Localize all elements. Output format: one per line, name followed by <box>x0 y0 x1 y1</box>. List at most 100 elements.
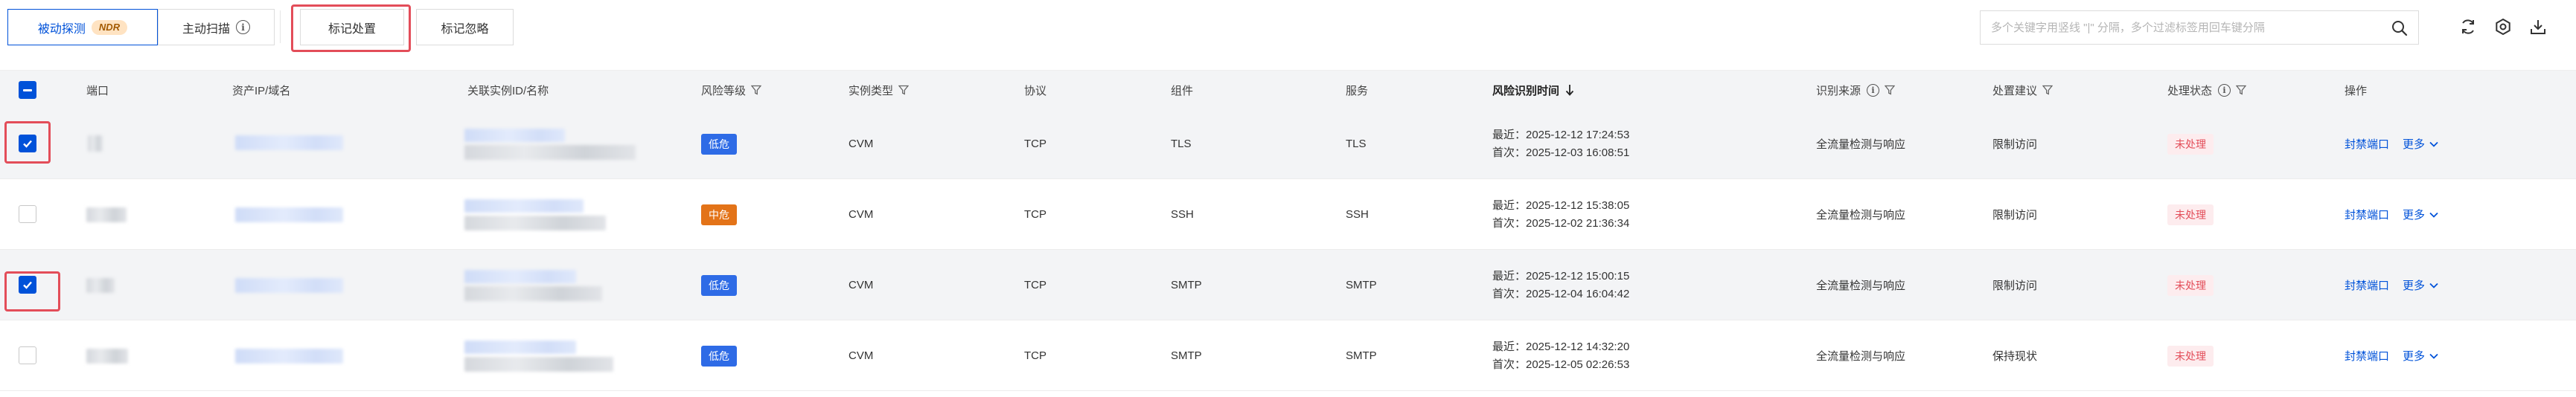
filter-icon[interactable] <box>751 85 762 95</box>
row-actions: 封禁端口 更多 <box>2345 320 2438 391</box>
info-icon[interactable]: i <box>1867 83 1880 97</box>
first-time: 首次：2025-12-03 16:08:51 <box>1492 146 1630 159</box>
source: 全流量检测与响应 <box>1816 138 1906 151</box>
select-all-checkbox[interactable] <box>19 81 36 99</box>
risk-time: 最近：2025-12-12 15:38:05 首次：2025-12-02 21:… <box>1492 179 1629 250</box>
col-advice: 处置建议 <box>1992 71 2054 109</box>
col-component: 组件 <box>1171 84 1194 97</box>
ndr-badge: NDR <box>91 19 128 35</box>
instance-type: CVM <box>848 349 874 362</box>
service: TLS <box>1346 138 1367 150</box>
component: SSH <box>1171 208 1194 221</box>
table-row[interactable]: 低危 CVM TCP SMTP SMTP 最近：2025-12-12 14:32… <box>0 320 2576 391</box>
status-badge: 未处理 <box>2167 204 2214 225</box>
risk-time: 最近：2025-12-12 15:00:15 首次：2025-12-04 16:… <box>1492 250 1629 320</box>
source: 全流量检测与响应 <box>1816 280 1906 292</box>
tab-passive-detection-label: 被动探测 <box>37 22 86 36</box>
protocol: TCP <box>1024 208 1046 221</box>
service: SMTP <box>1346 279 1377 291</box>
instance-type: CVM <box>848 208 874 221</box>
first-time: 首次：2025-12-02 21:36:34 <box>1492 216 1630 230</box>
service: SSH <box>1346 208 1369 221</box>
row-checkbox[interactable] <box>19 205 36 223</box>
table-row[interactable]: 低危 CVM TCP SMTP SMTP 最近：2025-12-12 15:00… <box>0 250 2576 320</box>
source: 全流量检测与响应 <box>1816 350 1906 363</box>
latest-time: 最近：2025-12-12 14:32:20 <box>1492 340 1630 353</box>
col-port: 端口 <box>86 84 109 97</box>
row-actions: 封禁端口 更多 <box>2345 109 2438 179</box>
chevron-down-icon <box>2429 141 2438 147</box>
protocol: TCP <box>1024 138 1046 150</box>
block-port-link[interactable]: 封禁端口 <box>2345 136 2389 152</box>
instance-type: CVM <box>848 138 874 150</box>
instance-id-redacted[interactable] <box>464 340 576 354</box>
col-risk-time[interactable]: 风险识别时间 <box>1492 71 1574 109</box>
instance-name-redacted <box>464 216 606 230</box>
chevron-down-icon <box>2429 212 2438 218</box>
filter-icon[interactable] <box>1885 85 1896 95</box>
component: SMTP <box>1171 279 1202 291</box>
more-dropdown[interactable]: 更多 <box>2403 348 2438 364</box>
tab-passive-detection[interactable]: 被动探测 NDR <box>7 9 158 45</box>
block-port-link[interactable]: 封禁端口 <box>2345 207 2389 222</box>
instance-id-redacted[interactable] <box>464 129 565 142</box>
row-actions: 封禁端口 更多 <box>2345 250 2438 320</box>
row-checkbox[interactable] <box>19 346 36 364</box>
more-dropdown[interactable]: 更多 <box>2403 136 2438 152</box>
mark-ignored-label: 标记忽略 <box>441 22 489 36</box>
block-port-link[interactable]: 封禁端口 <box>2345 277 2389 293</box>
asset-ip-redacted[interactable] <box>235 278 343 293</box>
risk-tag-low: 低危 <box>701 274 737 296</box>
chevron-down-icon <box>2429 283 2438 288</box>
asset-ip-redacted[interactable] <box>235 349 343 364</box>
status-badge: 未处理 <box>2167 133 2214 155</box>
risk-time: 最近：2025-12-12 17:24:53 首次：2025-12-03 16:… <box>1492 109 1629 179</box>
highlight-box-row-checkbox <box>4 271 60 312</box>
col-service: 服务 <box>1346 84 1369 97</box>
refresh-icon[interactable] <box>2458 16 2478 37</box>
instance-name-redacted <box>464 286 602 301</box>
filter-icon[interactable] <box>2236 85 2247 95</box>
filter-icon[interactable] <box>2042 85 2054 95</box>
sort-desc-icon[interactable] <box>1565 84 1574 96</box>
service: SMTP <box>1346 349 1377 362</box>
asset-ip-redacted[interactable] <box>235 135 343 150</box>
tab-active-scan[interactable]: 主动扫描 i <box>158 9 275 45</box>
search-box[interactable] <box>1980 10 2419 45</box>
search-icon[interactable] <box>2391 20 2408 36</box>
info-icon[interactable]: i <box>236 20 250 34</box>
info-icon[interactable]: i <box>2218 83 2231 97</box>
latest-time: 最近：2025-12-12 15:00:15 <box>1492 269 1630 283</box>
status-badge: 未处理 <box>2167 274 2214 296</box>
asset-ip-redacted[interactable] <box>235 207 343 222</box>
download-icon[interactable] <box>2528 16 2548 37</box>
more-dropdown[interactable]: 更多 <box>2403 277 2438 293</box>
instance-name-redacted <box>464 357 613 372</box>
col-asset-ip: 资产IP/域名 <box>232 84 291 97</box>
filter-icon[interactable] <box>898 85 910 95</box>
col-source: 识别来源 i <box>1816 71 1896 109</box>
status-badge: 未处理 <box>2167 345 2214 367</box>
block-port-link[interactable]: 封禁端口 <box>2345 348 2389 364</box>
settings-icon[interactable] <box>2493 16 2513 37</box>
port-redacted <box>86 349 128 364</box>
col-protocol: 协议 <box>1024 84 1047 97</box>
more-dropdown[interactable]: 更多 <box>2403 207 2438 222</box>
advice: 保持现状 <box>1992 350 2038 363</box>
instance-id-redacted[interactable] <box>464 270 576 283</box>
col-operation: 操作 <box>2345 84 2368 97</box>
tab-active-scan-label: 主动扫描 <box>182 22 230 36</box>
highlight-box-mark-handled <box>291 4 411 52</box>
search-input[interactable] <box>1991 21 2378 34</box>
component: TLS <box>1171 138 1192 150</box>
risk-tag-medium: 中危 <box>701 204 737 225</box>
risk-time: 最近：2025-12-12 14:32:20 首次：2025-12-05 02:… <box>1492 320 1629 391</box>
chevron-down-icon <box>2429 353 2438 359</box>
toolbar: 被动探测 NDR 主动扫描 i 标记处置 标记忽略 <box>0 0 2576 59</box>
table-row[interactable]: 低危 CVM TCP TLS TLS 最近：2025-12-12 17:24:5… <box>0 109 2576 179</box>
mark-ignored-button[interactable]: 标记忽略 <box>416 9 514 45</box>
latest-time: 最近：2025-12-12 17:24:53 <box>1492 128 1630 141</box>
table-row[interactable]: 中危 CVM TCP SSH SSH 最近：2025-12-12 15:38:0… <box>0 179 2576 250</box>
instance-id-redacted[interactable] <box>464 199 584 213</box>
risk-tag-low: 低危 <box>701 345 737 367</box>
